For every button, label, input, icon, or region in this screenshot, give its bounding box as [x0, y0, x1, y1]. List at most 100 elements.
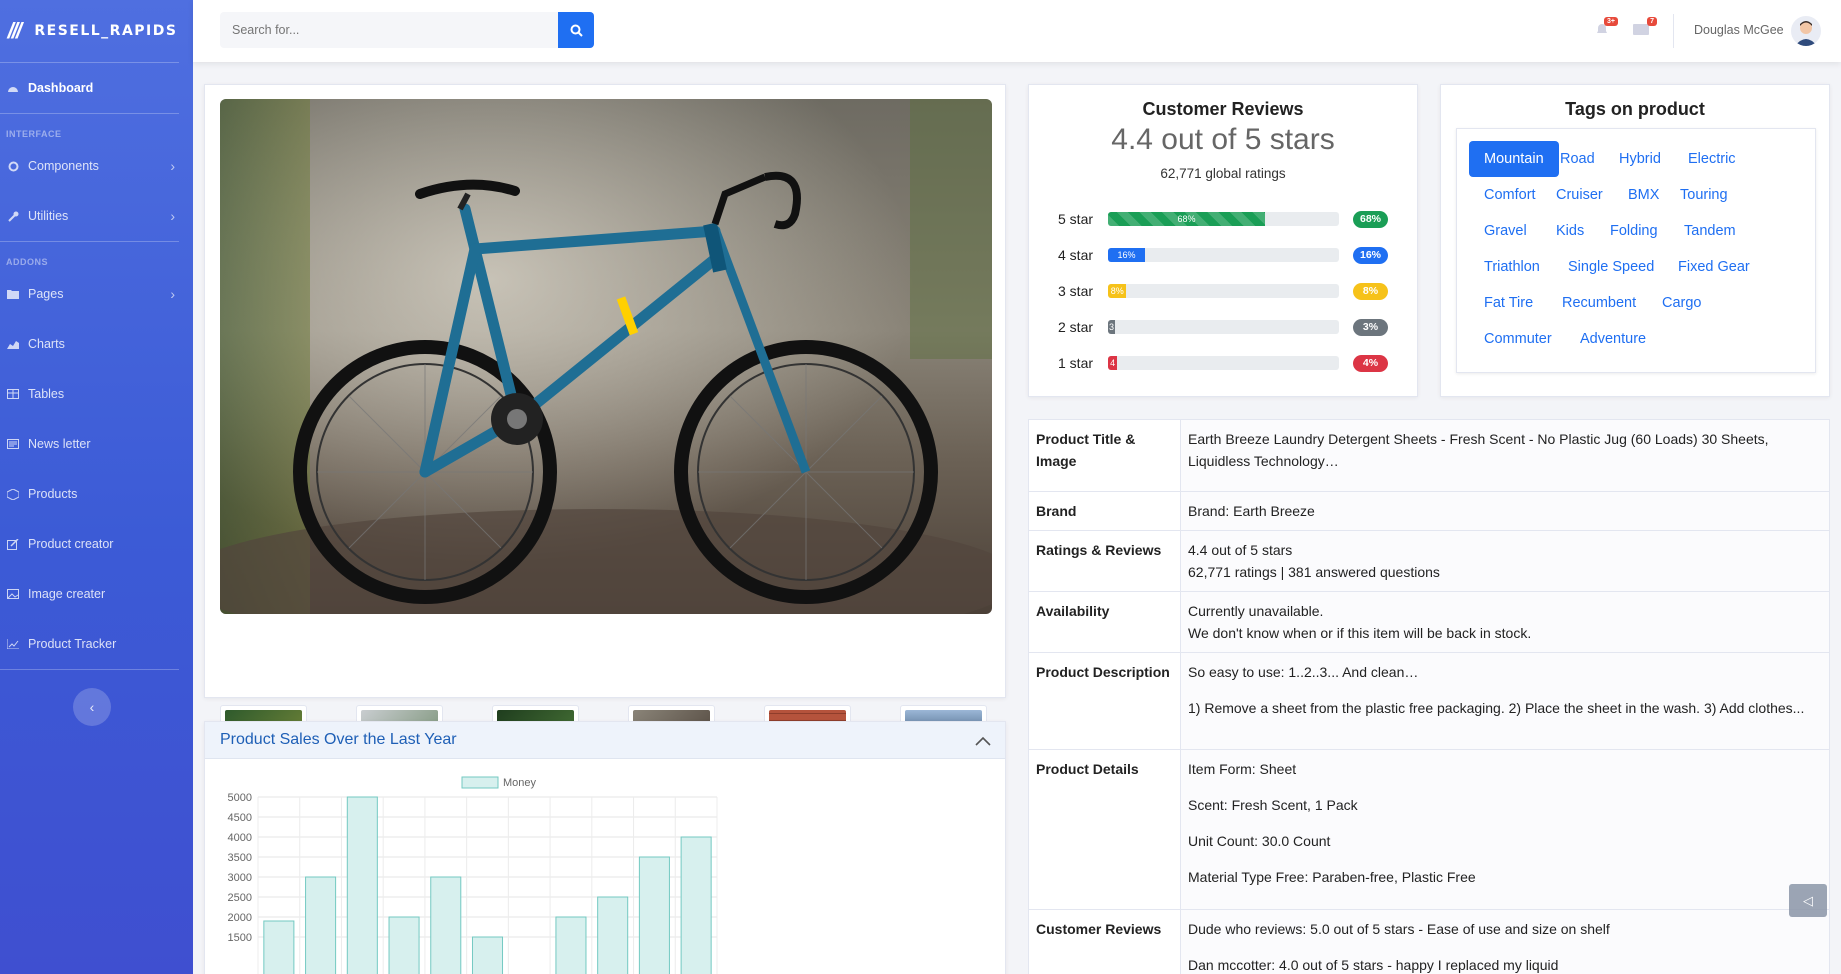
ratings-stars: 4.4 out of 5 stars [1188, 542, 1293, 558]
table-row: Product Title & Image Earth Breeze Laund… [1028, 419, 1830, 492]
alerts-button[interactable]: 3+ [1594, 17, 1618, 36]
rating-label: 3 star [1058, 283, 1094, 299]
y-tick-label: 2500 [228, 892, 252, 904]
chart-bar[interactable] [555, 916, 587, 974]
tag-item[interactable]: Recumbent [1547, 285, 1651, 321]
sidebar-item-label: Products [28, 487, 78, 501]
topbar: 3+ 7 Douglas McGee [193, 0, 1841, 62]
sidebar-item-utilities[interactable]: Utilities › [0, 191, 193, 241]
tag-item[interactable]: Adventure [1565, 321, 1661, 357]
sidebar-item-label: Pages [28, 287, 64, 301]
tag-item[interactable]: Hybrid [1604, 141, 1676, 177]
user-name[interactable]: Douglas McGee [1694, 23, 1784, 37]
rating-progress: 4 [1108, 356, 1339, 370]
sidebar-item-charts[interactable]: Charts [0, 319, 193, 369]
tag-item[interactable]: Cargo [1647, 285, 1717, 321]
chart-bar[interactable] [263, 920, 295, 974]
chart-bar[interactable] [471, 936, 504, 974]
rating-percent-badge: 68% [1353, 210, 1388, 228]
tag-item[interactable]: Single Speed [1553, 249, 1669, 285]
chart-bar[interactable] [430, 876, 462, 974]
rating-progress-fill: 16% [1108, 248, 1145, 262]
chart-bar[interactable] [346, 796, 378, 974]
sidebar-item-newsletter[interactable]: News letter [0, 419, 193, 469]
tag-item[interactable]: Fat Tire [1469, 285, 1548, 321]
chart-bar[interactable] [305, 876, 337, 974]
messages-button[interactable]: 7 [1633, 17, 1657, 36]
legend-swatch [461, 776, 499, 789]
customer-reviews-card: Customer Reviews 4.4 out of 5 stars 62,7… [1028, 84, 1418, 397]
sidebar-item-image-creater[interactable]: Image creater [0, 569, 193, 619]
row-value: So easy to use: 1..2..3... And clean… 1)… [1180, 652, 1830, 750]
row-key: Product Description [1028, 652, 1181, 750]
sidebar-toggle-button[interactable]: ‹ [73, 688, 111, 726]
tags-card: Tags on product Mountain Road Hybrid Electr… [1440, 84, 1830, 397]
row-value: Currently unavailable. We don't know whe… [1180, 591, 1830, 653]
sidebar-item-label: Dashboard [28, 81, 94, 95]
chart-bar[interactable] [597, 896, 629, 974]
tag-item[interactable]: Electric [1673, 141, 1751, 177]
row-key: Customer Reviews [1028, 909, 1181, 974]
sidebar-item-components[interactable]: Components › [0, 141, 193, 191]
legend-label: Money [503, 777, 537, 789]
reviews-title: Customer Reviews [1142, 99, 1304, 119]
tag-item[interactable]: Comfort [1469, 177, 1551, 213]
sales-chart: 5000 4500 4000 3500 3000 2500 2000 1500 Money [228, 776, 718, 974]
tag-item[interactable]: Folding [1595, 213, 1673, 249]
product-main-image[interactable] [220, 99, 992, 614]
brand[interactable]: /// RESELL_RAPIDS [0, 0, 193, 62]
chevron-right-icon: › [170, 286, 175, 302]
description-line: 1) Remove a sheet from the plastic free … [1188, 700, 1805, 716]
tag-item[interactable]: Road [1545, 141, 1610, 177]
rating-progress: 68% [1108, 212, 1339, 226]
detail-line: Material Type Free: Paraben-free, Plasti… [1188, 869, 1476, 885]
chevron-left-icon: ‹ [89, 699, 95, 715]
tag-item[interactable]: Gravel [1469, 213, 1542, 249]
rating-progress: 16% [1108, 248, 1339, 262]
table-icon [6, 388, 20, 400]
sales-chart-header[interactable]: Product Sales Over the Last Year [205, 722, 1005, 759]
chart-bar[interactable] [638, 856, 670, 974]
y-tick-label: 5000 [228, 792, 252, 804]
rating-row: 4 star 16% 16% [1058, 245, 1388, 265]
tag-item[interactable]: Tandem [1669, 213, 1751, 249]
row-key: Availability [1028, 591, 1181, 653]
rating-label: 2 star [1058, 319, 1094, 335]
y-tick-label: 2000 [228, 912, 252, 924]
tag-item[interactable]: Triathlon [1469, 249, 1555, 285]
chevron-up-icon[interactable] [975, 733, 991, 751]
row-value: Item Form: Sheet Scent: Fresh Scent, 1 P… [1180, 749, 1830, 910]
chart-bar[interactable] [388, 916, 420, 974]
tag-item[interactable]: Cruiser [1541, 177, 1618, 213]
newspaper-icon [6, 438, 20, 450]
table-row: Ratings & Reviews 4.4 out of 5 stars 62,… [1028, 530, 1830, 592]
tag-item[interactable]: Kids [1541, 213, 1599, 249]
sidebar-item-product-tracker[interactable]: Product Tracker [0, 619, 193, 669]
brand-name: RESELL_RAPIDS [34, 23, 178, 39]
chart-line-icon [6, 638, 20, 650]
sidebar-item-label: Product Tracker [28, 637, 117, 651]
search-input[interactable] [220, 12, 558, 48]
product-image-card [204, 84, 1006, 767]
rating-label: 4 star [1058, 247, 1094, 263]
tag-item[interactable]: Touring [1665, 177, 1743, 213]
sidebar-item-product-creator[interactable]: Product creator [0, 519, 193, 569]
rating-percent-badge: 4% [1353, 354, 1388, 372]
search-button[interactable] [558, 12, 594, 48]
search-icon [570, 24, 583, 37]
table-row: Product Description So easy to use: 1..2… [1028, 652, 1830, 750]
avatar[interactable] [1791, 16, 1821, 46]
sales-chart-title: Product Sales Over the Last Year [220, 731, 457, 748]
tag-item[interactable]: Fixed Gear [1663, 249, 1765, 285]
sidebar-divider [0, 669, 179, 670]
tag-item[interactable]: Commuter [1469, 321, 1567, 357]
sidebar-item-dashboard[interactable]: Dashboard [0, 63, 193, 113]
rating-percent-badge: 16% [1353, 246, 1388, 264]
scroll-to-top-button[interactable]: ◁ [1789, 884, 1827, 917]
sidebar-item-pages[interactable]: Pages › [0, 269, 193, 319]
sidebar-item-products[interactable]: Products [0, 469, 193, 519]
chart-bar[interactable] [680, 836, 712, 974]
sidebar-item-tables[interactable]: Tables [0, 369, 193, 419]
sidebar-item-label: Charts [28, 337, 65, 351]
sidebar-item-label: Components [28, 159, 99, 173]
